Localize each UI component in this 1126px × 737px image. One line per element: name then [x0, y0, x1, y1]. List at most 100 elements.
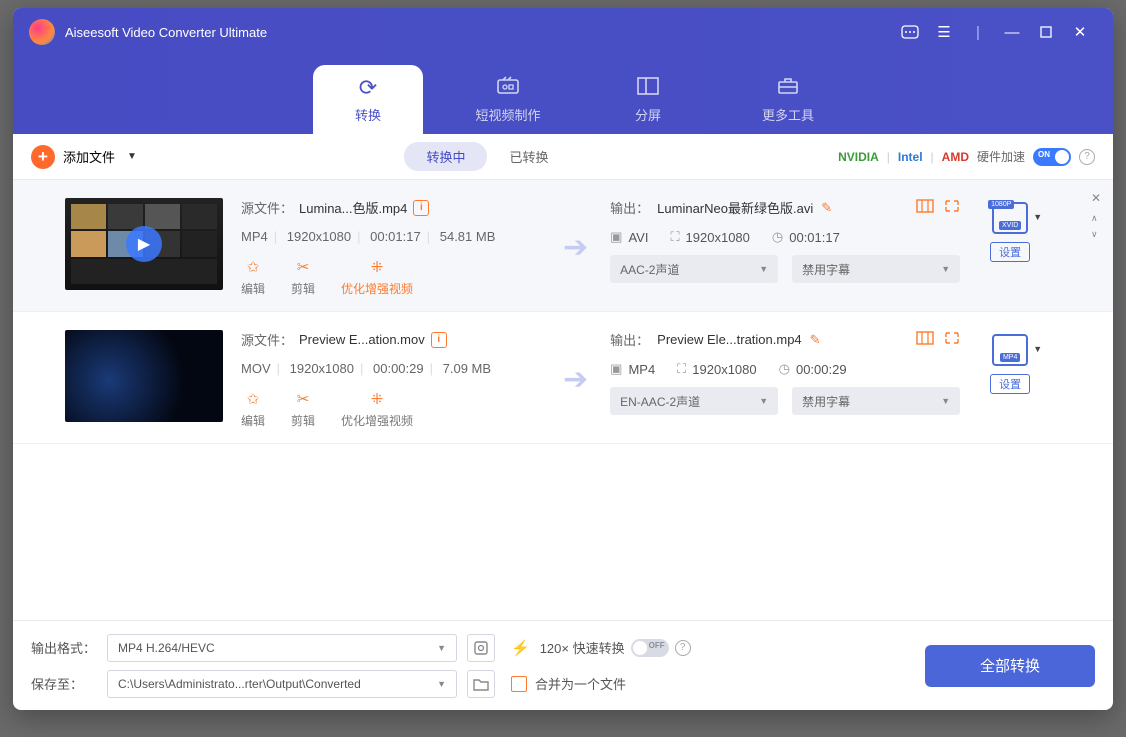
- arrow-icon: ➔: [563, 230, 588, 265]
- tab-convert[interactable]: ⟳ 转换: [313, 65, 423, 134]
- segment-converted[interactable]: 已转换: [487, 142, 570, 171]
- tab-tools[interactable]: 更多工具: [733, 63, 843, 134]
- merge-checkbox[interactable]: [511, 676, 527, 692]
- format-codec-badge: XVID: [999, 221, 1021, 230]
- shortvideo-icon: [496, 75, 520, 99]
- resolution-icon: ⛶: [670, 229, 679, 245]
- subtitle-value: 禁用字幕: [802, 393, 850, 410]
- file-row[interactable]: 源文件： Preview E...ation.mov i MOV| 1920x1…: [13, 312, 1113, 444]
- maximize-button[interactable]: [1029, 18, 1063, 46]
- minimize-button[interactable]: —: [995, 18, 1029, 46]
- wand-icon: ✩: [247, 390, 260, 408]
- audio-value: AAC-2声道: [620, 261, 679, 278]
- format-icon: ▣: [610, 361, 622, 377]
- src-resolution: 1920x1080: [290, 361, 354, 376]
- compress-icon[interactable]: [944, 199, 960, 216]
- split-icon: [637, 77, 659, 99]
- video-thumbnail[interactable]: ▶: [65, 198, 223, 290]
- enhance-icon: ⁜: [371, 258, 384, 276]
- trim-label: 剪辑: [291, 280, 315, 297]
- format-res-badge: 1080P: [988, 200, 1014, 209]
- compress-icon[interactable]: [944, 331, 960, 348]
- tab-label: 更多工具: [762, 105, 814, 124]
- chevron-down-icon[interactable]: ▼: [1033, 344, 1042, 354]
- wand-icon: ✩: [247, 258, 260, 276]
- convert-all-button[interactable]: 全部转换: [925, 645, 1095, 687]
- hwaccel-toggle[interactable]: [1033, 148, 1071, 166]
- source-filename: Preview E...ation.mov: [299, 332, 425, 347]
- settings-button[interactable]: 设置: [990, 242, 1030, 262]
- video-thumbnail[interactable]: [65, 330, 223, 422]
- edit-name-icon[interactable]: ✎: [821, 200, 832, 216]
- file-list: ▶ 源文件： Lumina...色版.mp4 i MP4| 1920x1080|…: [13, 180, 1113, 620]
- app-logo-icon: [29, 19, 55, 45]
- move-up-icon[interactable]: ∧: [1091, 210, 1101, 226]
- edit-button[interactable]: ✩编辑: [241, 390, 265, 429]
- fast-convert-toggle[interactable]: [631, 639, 669, 657]
- menu-icon[interactable]: ☰: [927, 18, 961, 46]
- src-size: 7.09 MB: [443, 361, 491, 376]
- out-duration: 00:00:29: [796, 362, 847, 377]
- resolution-icon: ⛶: [677, 361, 686, 377]
- edit-name-icon[interactable]: ✎: [810, 332, 821, 348]
- tab-label: 短视频制作: [475, 105, 540, 124]
- subtitle-select[interactable]: 禁用字幕▼: [792, 387, 960, 415]
- intel-label: Intel: [898, 150, 923, 164]
- scissors-icon: ✂: [297, 258, 310, 276]
- settings-button[interactable]: 设置: [990, 374, 1030, 394]
- clock-icon: ◷: [772, 229, 783, 245]
- help-icon[interactable]: ?: [675, 640, 691, 656]
- output-format-icon[interactable]: 1080P XVID: [992, 202, 1028, 234]
- tab-shortvideo[interactable]: 短视频制作: [453, 63, 563, 134]
- audio-select[interactable]: AAC-2声道 ▼: [610, 255, 778, 283]
- remove-row-icon[interactable]: ✕: [1091, 190, 1101, 206]
- add-files-label: 添加文件: [63, 147, 115, 166]
- enhance-label: 优化增强视频: [341, 280, 413, 297]
- save-to-select[interactable]: C:\Users\Administrato...rter\Output\Conv…: [107, 670, 457, 698]
- source-label: 源文件：: [241, 330, 293, 349]
- tab-split[interactable]: 分屏: [593, 65, 703, 134]
- chevron-down-icon: ▼: [941, 264, 950, 274]
- enhance-button[interactable]: ⁜优化增强视频: [341, 390, 413, 429]
- tab-label: 转换: [355, 105, 381, 124]
- help-icon[interactable]: ?: [1079, 149, 1095, 165]
- edit-label: 编辑: [241, 280, 265, 297]
- move-down-icon[interactable]: ∨: [1091, 226, 1101, 242]
- format-icon: ▣: [610, 229, 622, 245]
- info-icon[interactable]: i: [413, 200, 429, 216]
- output-filename: Preview Ele...tration.mp4: [657, 332, 802, 347]
- trim-button[interactable]: ✂ 剪辑: [291, 258, 315, 297]
- file-row[interactable]: ▶ 源文件： Lumina...色版.mp4 i MP4| 1920x1080|…: [13, 180, 1113, 312]
- output-format-select[interactable]: MP4 H.264/HEVC▼: [107, 634, 457, 662]
- scissors-icon: ✂: [297, 390, 310, 408]
- src-size: 54.81 MB: [440, 229, 496, 244]
- subtitle-value: 禁用字幕: [802, 261, 850, 278]
- source-filename: Lumina...色版.mp4: [299, 198, 407, 217]
- subtitle-select[interactable]: 禁用字幕 ▼: [792, 255, 960, 283]
- output-format-icon[interactable]: MP4: [992, 334, 1028, 366]
- chevron-down-icon[interactable]: ▼: [1033, 212, 1042, 222]
- divider: |: [961, 18, 995, 46]
- preset-button[interactable]: [467, 634, 495, 662]
- chevron-down-icon: ▼: [759, 264, 768, 274]
- trim-button[interactable]: ✂剪辑: [291, 390, 315, 429]
- convert-icon: ⟳: [359, 77, 377, 99]
- enhance-button[interactable]: ⁜ 优化增强视频: [341, 258, 413, 297]
- out-format: AVI: [628, 230, 648, 245]
- edit-button[interactable]: ✩ 编辑: [241, 258, 265, 297]
- fast-convert-label: 120× 快速转换: [540, 638, 625, 657]
- segment-converting[interactable]: 转换中: [404, 142, 487, 171]
- src-duration: 00:01:17: [370, 229, 421, 244]
- clock-icon: ◷: [779, 361, 790, 377]
- feedback-icon[interactable]: [893, 18, 927, 46]
- thumbnail-icon[interactable]: [916, 331, 934, 348]
- app-title: Aiseesoft Video Converter Ultimate: [65, 25, 267, 40]
- plus-icon: +: [31, 145, 55, 169]
- output-label: 输出：: [610, 330, 649, 349]
- add-files-button[interactable]: + 添加文件 ▼: [31, 145, 137, 169]
- open-folder-button[interactable]: [467, 670, 495, 698]
- close-button[interactable]: ✕: [1063, 18, 1097, 46]
- thumbnail-icon[interactable]: [916, 199, 934, 216]
- audio-select[interactable]: EN-AAC-2声道▼: [610, 387, 778, 415]
- info-icon[interactable]: i: [431, 332, 447, 348]
